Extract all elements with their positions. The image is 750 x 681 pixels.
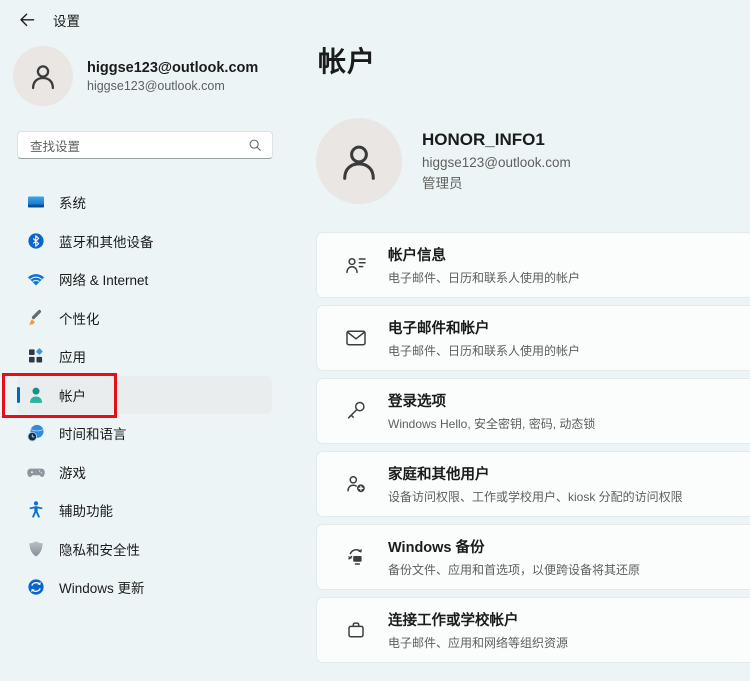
sidebar-item-accounts[interactable]: 帐户	[17, 376, 272, 415]
sidebar-item-label: 隐私和安全性	[59, 539, 140, 559]
backup-sync-icon	[342, 545, 369, 569]
sidebar-user-account[interactable]: higgse123@outlook.com higgse123@outlook.…	[13, 46, 258, 106]
time-language-icon	[26, 423, 46, 443]
search-placeholder: 查找设置	[30, 136, 248, 155]
system-icon	[26, 192, 46, 212]
card-windows-backup[interactable]: Windows 备份 备份文件、应用和首选项，以便跨设备将其还原	[316, 524, 750, 590]
title-bar: 设置	[18, 10, 80, 30]
sidebar-item-privacy[interactable]: 隐私和安全性	[17, 530, 272, 569]
card-work-school-account[interactable]: 连接工作或学校帐户 电子邮件、应用和网络等组织资源	[316, 597, 750, 663]
apps-icon	[26, 346, 46, 366]
card-email-accounts[interactable]: 电子邮件和帐户 电子邮件、日历和联系人使用的帐户	[316, 305, 750, 371]
gaming-icon	[26, 462, 46, 482]
user-email: higgse123@outlook.com	[87, 79, 258, 93]
person-add-icon	[342, 472, 369, 496]
profile-header: HONOR_INFO1 higgse123@outlook.com 管理员	[316, 118, 750, 204]
card-subtitle: 备份文件、应用和首选项，以便跨设备将其还原	[388, 561, 640, 578]
sidebar-item-label: 网络 & Internet	[59, 269, 148, 289]
sidebar-item-label: 帐户	[59, 385, 86, 405]
briefcase-icon	[342, 618, 369, 642]
sidebar-item-network[interactable]: 网络 & Internet	[17, 260, 272, 299]
sidebar-item-time-language[interactable]: 时间和语言	[17, 414, 272, 453]
user-name: higgse123@outlook.com	[87, 60, 258, 76]
sidebar-item-label: Windows 更新	[59, 577, 145, 597]
sidebar-nav: 系统 蓝牙和其他设备 网络 & Internet 个性化 应用 帐户	[17, 183, 272, 607]
card-subtitle: Windows Hello, 安全密钥, 密码, 动态锁	[388, 415, 595, 432]
privacy-shield-icon	[26, 539, 46, 559]
key-icon	[342, 399, 369, 423]
profile-email: higgse123@outlook.com	[422, 155, 571, 170]
sidebar-item-accessibility[interactable]: 辅助功能	[17, 491, 272, 530]
settings-card-list: 帐户信息 电子邮件、日历和联系人使用的帐户 电子邮件和帐户 电子邮件、日历和联系…	[316, 232, 750, 663]
sidebar-item-label: 辅助功能	[59, 500, 113, 520]
sidebar-item-personalization[interactable]: 个性化	[17, 299, 272, 338]
sidebar-item-apps[interactable]: 应用	[17, 337, 272, 376]
network-icon	[26, 269, 46, 289]
email-icon	[342, 326, 369, 350]
sidebar-item-label: 个性化	[59, 308, 100, 328]
sidebar-item-label: 游戏	[59, 462, 86, 482]
profile-avatar	[316, 118, 402, 204]
profile-name: HONOR_INFO1	[422, 130, 571, 150]
card-title: 家庭和其他用户	[388, 463, 683, 484]
back-arrow-icon[interactable]	[18, 11, 36, 29]
search-input[interactable]: 查找设置	[17, 131, 273, 159]
card-family-other-users[interactable]: 家庭和其他用户 设备访问权限、工作或学校用户、kiosk 分配的访问权限	[316, 451, 750, 517]
sidebar-item-gaming[interactable]: 游戏	[17, 453, 272, 492]
sidebar-item-bluetooth[interactable]: 蓝牙和其他设备	[17, 222, 272, 261]
card-title: 登录选项	[388, 390, 595, 411]
card-title: 电子邮件和帐户	[388, 317, 580, 338]
card-subtitle: 设备访问权限、工作或学校用户、kiosk 分配的访问权限	[388, 488, 683, 505]
card-subtitle: 电子邮件、日历和联系人使用的帐户	[388, 342, 580, 359]
card-subtitle: 电子邮件、日历和联系人使用的帐户	[388, 269, 580, 286]
bluetooth-icon	[26, 231, 46, 251]
sidebar-item-windows-update[interactable]: Windows 更新	[17, 568, 272, 607]
sidebar-item-label: 蓝牙和其他设备	[59, 231, 154, 251]
window-title: 设置	[53, 10, 80, 30]
windows-update-icon	[26, 577, 46, 597]
sidebar-item-system[interactable]: 系统	[17, 183, 272, 222]
card-title: Windows 备份	[388, 536, 640, 557]
account-info-icon	[342, 253, 369, 277]
card-subtitle: 电子邮件、应用和网络等组织资源	[388, 634, 568, 651]
sidebar-item-label: 时间和语言	[59, 423, 127, 443]
card-title: 帐户信息	[388, 244, 580, 265]
search-icon	[248, 138, 262, 152]
accessibility-icon	[26, 500, 46, 520]
page-title: 帐户	[318, 40, 750, 80]
personalization-icon	[26, 308, 46, 328]
accounts-icon	[26, 385, 46, 405]
user-avatar	[13, 46, 73, 106]
card-account-info[interactable]: 帐户信息 电子邮件、日历和联系人使用的帐户	[316, 232, 750, 298]
sidebar-item-label: 应用	[59, 346, 86, 366]
sidebar-item-label: 系统	[59, 192, 86, 212]
profile-role: 管理员	[422, 172, 571, 192]
main-content: 帐户 HONOR_INFO1 higgse123@outlook.com 管理员…	[316, 0, 750, 670]
card-title: 连接工作或学校帐户	[388, 609, 568, 630]
card-sign-in-options[interactable]: 登录选项 Windows Hello, 安全密钥, 密码, 动态锁	[316, 378, 750, 444]
